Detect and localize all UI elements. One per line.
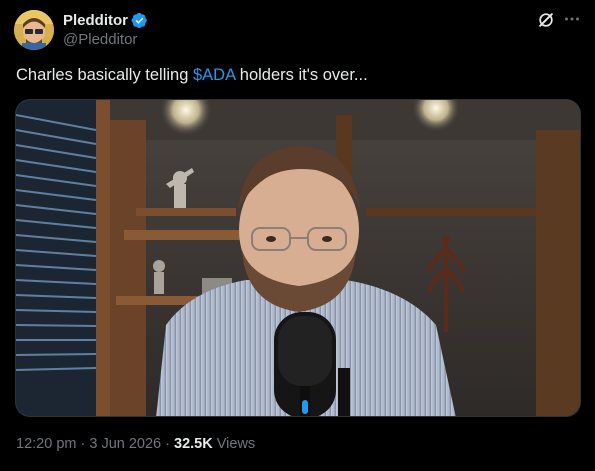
tweet-text-after: holders it's over... — [235, 66, 368, 84]
grok-icon[interactable] — [536, 10, 556, 30]
footer-separator: · — [76, 436, 90, 452]
handle[interactable]: @Pledditor — [63, 30, 148, 49]
tweet: Pledditor @Pledditor Charles basically t… — [0, 0, 595, 471]
tweet-header: Pledditor @Pledditor — [14, 8, 148, 52]
views-count: 32.5K — [174, 436, 213, 452]
display-name[interactable]: Pledditor — [63, 11, 128, 30]
verified-badge-icon[interactable] — [131, 12, 148, 29]
author-names: Pledditor @Pledditor — [63, 11, 148, 49]
cashtag-link[interactable]: $ADA — [193, 66, 235, 84]
avatar-image — [14, 10, 54, 50]
views-label: Views — [212, 436, 256, 452]
tweet-media-video[interactable] — [15, 99, 581, 417]
tweet-footer: 12:20 pm · 3 Jun 2026 · 32.5K Views — [16, 434, 255, 454]
avatar[interactable] — [14, 10, 54, 50]
tweet-time[interactable]: 12:20 pm — [16, 436, 76, 452]
footer-separator: · — [161, 436, 175, 452]
more-icon[interactable] — [561, 8, 583, 30]
tweet-date[interactable]: 3 Jun 2026 — [89, 436, 161, 452]
display-name-row: Pledditor — [63, 11, 148, 30]
tweet-text: Charles basically telling $ADA holders i… — [16, 64, 368, 86]
tweet-text-before: Charles basically telling — [16, 66, 193, 84]
video-frame-image — [16, 100, 580, 416]
